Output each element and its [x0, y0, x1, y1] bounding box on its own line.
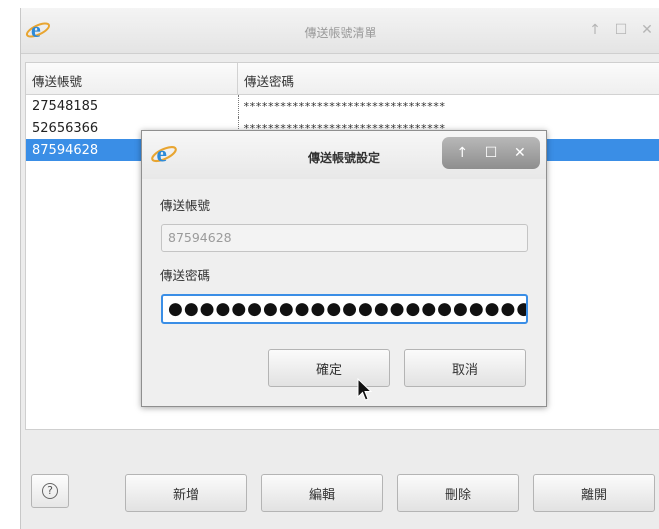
- edit-button[interactable]: 編輯: [261, 474, 383, 512]
- row-password: *********************************: [238, 95, 446, 117]
- account-settings-dialog: e 傳送帳號設定 ↑ ☐ ✕ 傳送帳號 87594628 傳送密碼 ●●●●●●…: [141, 130, 547, 407]
- main-titlebar[interactable]: e 傳送帳號清單 ↑ ☐ ✕: [21, 8, 659, 54]
- header-account[interactable]: 傳送帳號: [26, 63, 238, 94]
- dialog-close-button[interactable]: ✕: [514, 145, 526, 161]
- question-circle-icon: ?: [42, 483, 58, 499]
- account-field[interactable]: 87594628: [161, 224, 528, 252]
- password-label: 傳送密碼: [160, 268, 211, 283]
- mouse-pointer-icon: [357, 378, 373, 401]
- header-password[interactable]: 傳送密碼: [238, 63, 294, 94]
- delete-button[interactable]: 刪除: [397, 474, 519, 512]
- table-row[interactable]: 27548185 *******************************…: [26, 95, 659, 117]
- dialog-keep-above-button[interactable]: ↑: [456, 145, 468, 161]
- dialog-title-buttons: ↑ ☐ ✕: [442, 137, 540, 169]
- main-keep-above-button[interactable]: ↑: [588, 22, 602, 38]
- main-window-title: 傳送帳號清單: [304, 26, 377, 40]
- main-maximize-button[interactable]: ☐: [614, 22, 628, 38]
- row-account: 27548185: [32, 98, 99, 114]
- cancel-button[interactable]: 取消: [404, 349, 526, 387]
- dialog-titlebar[interactable]: e 傳送帳號設定 ↑ ☐ ✕: [142, 131, 546, 179]
- password-field[interactable]: ●●●●●●●●●●●●●●●●●●●●●●●●●●●●●●●: [161, 294, 528, 324]
- main-close-button[interactable]: ✕: [640, 22, 654, 38]
- account-label: 傳送帳號: [160, 198, 211, 213]
- exit-button[interactable]: 離開: [533, 474, 655, 512]
- password-dots: ●●●●●●●●●●●●●●●●●●●●●●●●●●●●●●●: [168, 299, 528, 319]
- add-button[interactable]: 新增: [125, 474, 247, 512]
- table-header: 傳送帳號 傳送密碼: [26, 63, 659, 95]
- bottom-button-bar: ? 新增 編輯 刪除 離開: [21, 454, 659, 512]
- dialog-maximize-button[interactable]: ☐: [485, 145, 498, 161]
- help-button[interactable]: ?: [31, 474, 69, 508]
